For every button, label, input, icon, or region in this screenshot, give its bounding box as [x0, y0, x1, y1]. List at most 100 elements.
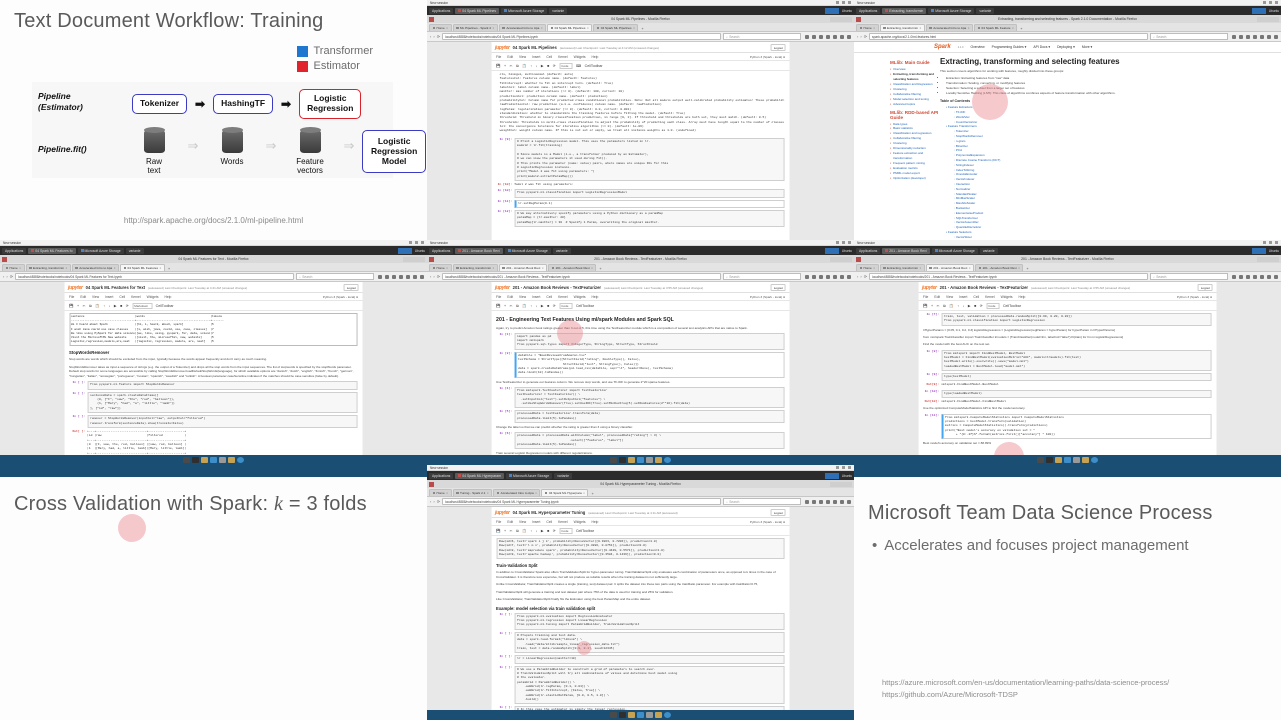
menu-edit[interactable]: Edit	[507, 55, 513, 59]
os-button-applications[interactable]: Applications	[2, 247, 27, 254]
jupyter-logo-icon[interactable]: jupyter	[68, 285, 83, 291]
forward-icon[interactable]: ›	[860, 34, 861, 39]
notebook-cell[interactable]: In [ ]: remover = StopWordsRemover(input…	[69, 415, 358, 428]
os-button-active-window[interactable]: 04 Spark ML Features fo	[28, 247, 76, 254]
menu-file[interactable]: File	[69, 295, 74, 299]
nav-programming-guides[interactable]: Programming Guides ▾	[992, 45, 1027, 49]
taskbar-files-icon[interactable]	[1046, 457, 1053, 463]
tab-tuning-doc[interactable]: Tuning - Spark 2.1 ×	[452, 489, 493, 496]
window-controls[interactable]	[830, 16, 852, 22]
tab-accelerated-intro[interactable]: Accelerated Intro to Apa ×	[498, 24, 547, 31]
taskbar-folder-icon[interactable]	[628, 712, 635, 718]
notebook-cell[interactable]: In [11]: lr.setRegParam(0.1)	[496, 199, 785, 208]
menu-edit[interactable]: Edit	[934, 295, 940, 299]
os-button-active-window[interactable]: Extracting, transformin	[882, 7, 927, 14]
tab-spark-ml-pipelines-nb-2[interactable]: 04 Spark ML Pipelines ×	[593, 24, 639, 31]
move-down-icon[interactable]: ↓	[536, 304, 538, 308]
window-controls[interactable]	[1257, 256, 1279, 262]
toolbar-icons[interactable]	[803, 34, 851, 39]
sidebar-item-extracting-transforming[interactable]: ▪ Extracting, transforming and selecting …	[890, 72, 940, 82]
tab-extracting-transforming[interactable]: Extracting, transformin ×	[452, 264, 498, 271]
tab-extracting-transforming[interactable]: Extracting, transformin ×	[25, 264, 71, 271]
forward-icon[interactable]: ›	[6, 274, 7, 279]
cell-code[interactable]: sentenceData = spark.createDataFrame([ (…	[87, 391, 358, 414]
os-button-applications[interactable]: Applications	[856, 7, 881, 14]
cell-code[interactable]: train, test, validation = processedData.…	[941, 313, 1212, 326]
run-icon[interactable]: ▶	[968, 304, 971, 308]
menu-help[interactable]: Help	[592, 295, 599, 299]
jupyter-logo-icon[interactable]: jupyter	[495, 510, 510, 516]
cell-code[interactable]: processedData = processedData.withColumn…	[514, 432, 785, 450]
save-icon[interactable]: 💾	[923, 304, 927, 308]
taskbar-terminal-icon[interactable]	[183, 457, 190, 463]
copy-icon[interactable]: ⧉	[516, 529, 519, 533]
jupyter-logo-icon[interactable]: jupyter	[495, 285, 510, 291]
copy-icon[interactable]: ⧉	[89, 304, 92, 308]
cell-code[interactable]: # Prepare training and test data. data =…	[514, 631, 785, 654]
cut-icon[interactable]: ✂	[510, 64, 513, 68]
cell-type-select[interactable]: Code	[986, 302, 1000, 309]
run-icon[interactable]: ▶	[114, 304, 117, 308]
menu-widgets[interactable]: Widgets	[574, 295, 586, 299]
page-viewport[interactable]: jupyter 201 - Amazon Book Reviews - Text…	[427, 282, 854, 455]
menu-edit[interactable]: Edit	[80, 295, 86, 299]
new-tab-button[interactable]: +	[639, 26, 645, 31]
new-tab-button[interactable]: +	[597, 266, 603, 271]
os-button-azure-storage[interactable]: Microsoft Azure Storage	[77, 247, 124, 254]
menu-cell[interactable]: Cell	[119, 295, 125, 299]
taskbar-help-icon[interactable]	[1091, 457, 1098, 463]
command-palette-icon[interactable]: ⌨	[576, 64, 581, 68]
window-controls[interactable]	[1257, 16, 1279, 22]
notebook-cell[interactable]: In [1]: import pandas as pd import mmlsp…	[496, 332, 785, 350]
taskbar-firefox-icon[interactable]	[637, 712, 644, 718]
move-down-icon[interactable]: ↓	[963, 304, 965, 308]
menu-widgets[interactable]: Widgets	[147, 295, 159, 299]
search-bar[interactable]: ⌕ Search	[723, 498, 801, 505]
notebook-cell[interactable]: In [4]: from mmlspark.TextFeaturizer imp…	[496, 386, 785, 409]
url-bar[interactable]: localhost:8888/notebooks/notebooks/201 -…	[442, 273, 721, 280]
taskbar-firefox-icon[interactable]	[210, 457, 217, 463]
back-icon[interactable]: ‹	[430, 34, 431, 39]
notebook-name[interactable]: 04 Spark ML Hyperparameter Tuning	[513, 510, 586, 515]
os-button-azure-storage[interactable]: Microsoft Azure Storage	[931, 247, 978, 254]
menu-insert[interactable]: Insert	[532, 295, 540, 299]
stop-icon[interactable]: ■	[547, 304, 549, 308]
url-bar[interactable]: localhost:8888/notebooks/notebooks/04 Sp…	[442, 33, 721, 40]
taskbar-user-icon[interactable]	[646, 712, 653, 718]
os-button-applications[interactable]: Applications	[429, 472, 454, 479]
save-icon[interactable]: 💾	[496, 304, 500, 308]
menu-edit[interactable]: Edit	[507, 295, 513, 299]
toolbar-icons[interactable]	[1230, 34, 1278, 39]
menu-help[interactable]: Help	[1019, 295, 1026, 299]
notebook-cell[interactable]: In [2]: dataFile = "BookReviewsFromAmazo…	[496, 351, 785, 378]
window-buttons[interactable]	[836, 466, 851, 469]
menu-view[interactable]: View	[946, 295, 953, 299]
window-buttons[interactable]	[1263, 1, 1278, 4]
forward-icon[interactable]: ›	[433, 274, 434, 279]
os-button-azure-storage[interactable]: Microsoft Azure Storage	[501, 7, 548, 14]
new-tab-button[interactable]: +	[1018, 26, 1024, 31]
notebook-name[interactable]: 04 Spark ML Pipelines	[513, 45, 557, 50]
copy-icon[interactable]: ⧉	[516, 64, 519, 68]
sidebar-item-advanced-topics[interactable]: ▪ Advanced topics	[890, 102, 940, 107]
insert-cell-icon[interactable]: +	[77, 304, 79, 308]
cell-type-select[interactable]: Markdown	[132, 302, 153, 309]
cell-code[interactable]: remover = StopWordsRemover(inputCol="raw…	[87, 415, 358, 428]
paste-icon[interactable]: 📋	[949, 304, 953, 308]
tab-amazon-book-reviews[interactable]: 201 - Amazon Book Revi ×	[925, 264, 975, 271]
move-up-icon[interactable]: ↑	[957, 304, 959, 308]
url-bar[interactable]: localhost:8888/notebooks/notebooks/04 Sp…	[442, 498, 721, 505]
reload-icon[interactable]: ⟳	[437, 34, 440, 39]
insert-cell-icon[interactable]: +	[504, 64, 506, 68]
notebook-cell[interactable]: In [ ]: lr = LinearRegression(maxIter=10…	[496, 655, 785, 664]
celltoolbar-label[interactable]: CellToolbar	[1003, 304, 1021, 308]
notebook-cell[interactable]: In [9]: type(bestModel)	[923, 372, 1212, 382]
cell-code[interactable]: dataFile = "BookReviewsFromAmazon.tsv" t…	[514, 351, 785, 378]
stop-icon[interactable]: ■	[120, 304, 122, 308]
page-viewport[interactable]: jupyter 04 Spark ML Features for Text (a…	[0, 282, 427, 455]
search-bar[interactable]: ⌕ Search	[1150, 273, 1228, 280]
tab-extracting-transforming[interactable]: Extracting, transformin ×	[879, 24, 925, 31]
tab-home[interactable]: Home ×	[856, 24, 879, 31]
notebook-cell[interactable]: In [ ]: # We use a ParamGridBuilder to c…	[496, 665, 785, 705]
taskbar-files-icon[interactable]	[192, 457, 199, 463]
